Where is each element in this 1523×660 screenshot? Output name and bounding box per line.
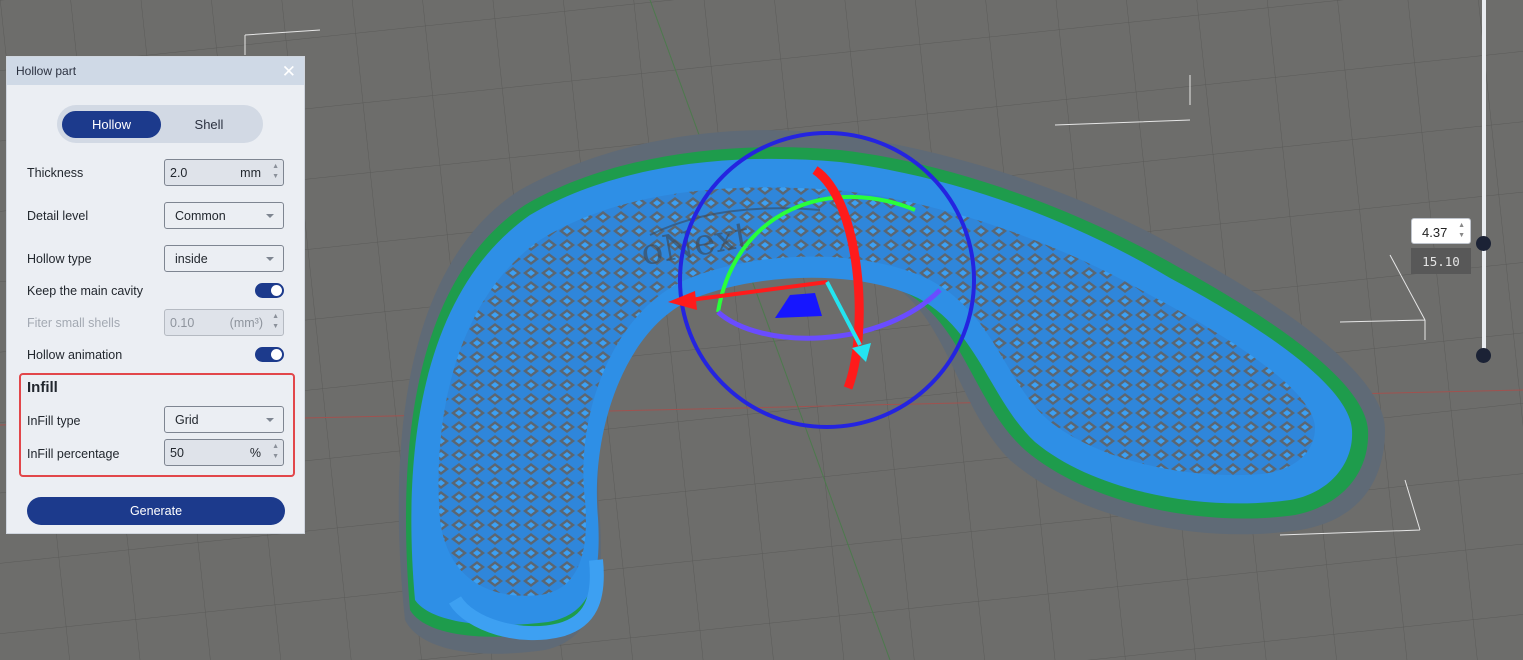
tab-shell[interactable]: Shell [161,111,257,138]
filter-small-shells-label: Fiter small shells [27,316,121,330]
layer-current-input[interactable]: 4.37 ▲ ▼ [1411,218,1471,244]
infill-percentage-label: InFill percentage [27,447,120,461]
filter-small-shells-input[interactable]: 0.10 (mm³) ▲ ▼ [164,309,284,336]
hollow-type-value: inside [175,252,208,266]
detail-level-value: Common [175,209,226,223]
keep-main-cavity-label: Keep the main cavity [27,284,144,298]
infill-percentage-unit: % [249,446,261,460]
layer-current-value: 4.37 [1422,225,1448,240]
spinner-arrows-icon[interactable]: ▲ ▼ [272,442,279,462]
detail-level-label: Detail level [27,209,89,223]
thickness-value: 2.0 [170,166,188,180]
tab-hollow[interactable]: Hollow [62,111,161,138]
hollow-animation-toggle[interactable] [255,347,284,362]
spinner-arrows-icon[interactable]: ▲ ▼ [272,312,279,332]
hollow-animation-label: Hollow animation [27,348,123,362]
generate-button[interactable]: Generate [27,497,285,525]
hollow-part-panel: Hollow part ✕ Hollow Shell Thickness 2.0… [6,56,305,534]
keep-main-cavity-toggle[interactable] [255,283,284,298]
infill-percentage-value: 50 [170,446,184,460]
spinner-arrows-icon[interactable]: ▲ ▼ [1458,221,1465,241]
thickness-label: Thickness [27,166,84,180]
thickness-unit: mm [240,166,261,180]
chevron-down-icon [266,214,274,218]
filter-small-shells-unit: (mm³) [229,316,263,330]
panel-header: Hollow part ✕ [7,57,304,85]
filter-small-shells-value: 0.10 [170,316,195,330]
infill-type-label: InFill type [27,414,81,428]
mode-segmented-control: Hollow Shell [57,105,263,143]
layer-slider-lower-handle[interactable] [1476,348,1491,363]
chevron-down-icon [266,257,274,261]
infill-type-select[interactable]: Grid [164,406,284,433]
infill-type-value: Grid [175,413,199,427]
layer-total-value: 15.10 [1411,248,1471,274]
thickness-input[interactable]: 2.0 mm ▲ ▼ [164,159,284,186]
close-icon[interactable]: ✕ [282,63,296,80]
hollow-type-select[interactable]: inside [164,245,284,272]
infill-section-title: Infill [27,379,58,396]
detail-level-select[interactable]: Common [164,202,284,229]
layer-slider-upper-handle[interactable] [1476,236,1491,251]
chevron-down-icon [266,418,274,422]
hollow-type-label: Hollow type [27,252,92,266]
panel-title: Hollow part [16,64,77,78]
infill-percentage-input[interactable]: 50 % ▲ ▼ [164,439,284,466]
layer-slider-track[interactable] [1482,0,1486,355]
spinner-arrows-icon[interactable]: ▲ ▼ [272,162,279,182]
